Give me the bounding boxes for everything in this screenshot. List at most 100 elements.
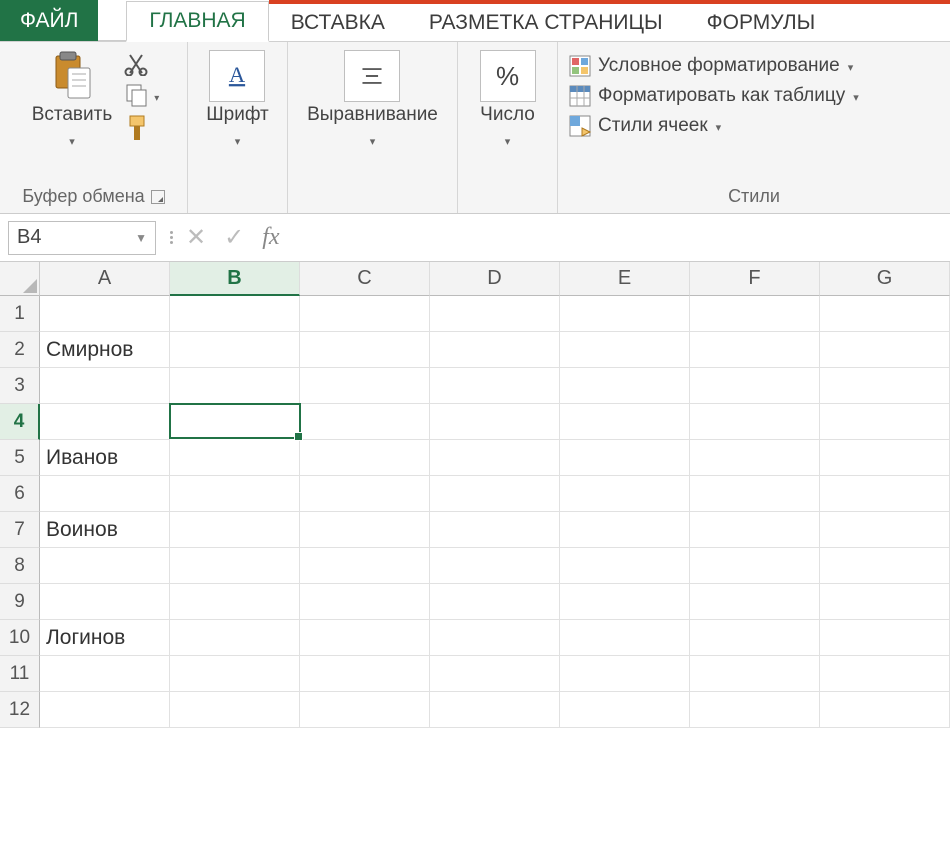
format-painter-button[interactable] — [124, 114, 159, 142]
enter-formula-icon[interactable]: ✓ — [224, 223, 244, 252]
cell[interactable] — [300, 656, 430, 692]
name-box-dropdown-icon[interactable]: ▼ — [135, 231, 147, 245]
cell[interactable] — [300, 692, 430, 728]
tab-home[interactable]: ГЛАВНАЯ — [126, 1, 268, 42]
cell[interactable] — [170, 584, 300, 620]
cell[interactable] — [560, 332, 690, 368]
row-header[interactable]: 1 — [0, 296, 40, 332]
row-header[interactable]: 10 — [0, 620, 40, 656]
cell[interactable] — [560, 476, 690, 512]
cell[interactable] — [300, 512, 430, 548]
cell[interactable] — [430, 440, 560, 476]
conditional-formatting-button[interactable]: Условное форматирование — [568, 54, 859, 78]
cell[interactable] — [170, 476, 300, 512]
tab-formulas[interactable]: ФОРМУЛЫ — [685, 0, 838, 41]
cell[interactable] — [690, 332, 820, 368]
paste-button[interactable]: Вставить — [28, 48, 117, 153]
cell[interactable] — [430, 656, 560, 692]
cell[interactable] — [560, 440, 690, 476]
cell[interactable] — [690, 512, 820, 548]
cell[interactable] — [170, 440, 300, 476]
cell[interactable] — [820, 368, 950, 404]
cell-styles-button[interactable]: Стили ячеек — [568, 114, 859, 138]
cell[interactable] — [820, 512, 950, 548]
cell[interactable] — [40, 656, 170, 692]
row-header[interactable]: 7 — [0, 512, 40, 548]
cell[interactable] — [430, 404, 560, 440]
cell[interactable]: Воинов — [40, 512, 170, 548]
cell[interactable] — [40, 476, 170, 512]
row-header[interactable]: 9 — [0, 584, 40, 620]
cell[interactable] — [170, 296, 300, 332]
cancel-formula-icon[interactable]: ✕ — [186, 223, 206, 252]
cell[interactable] — [690, 440, 820, 476]
cell[interactable] — [560, 404, 690, 440]
cell[interactable] — [430, 692, 560, 728]
cell[interactable] — [690, 296, 820, 332]
cell[interactable] — [430, 512, 560, 548]
cell[interactable] — [560, 656, 690, 692]
cell[interactable] — [300, 368, 430, 404]
tab-page-layout[interactable]: РАЗМЕТКА СТРАНИЦЫ — [407, 0, 685, 41]
cell[interactable] — [560, 368, 690, 404]
cell[interactable] — [170, 368, 300, 404]
cell[interactable] — [170, 692, 300, 728]
cell[interactable] — [40, 404, 170, 440]
cell[interactable] — [820, 476, 950, 512]
row-header[interactable]: 6 — [0, 476, 40, 512]
cell[interactable] — [690, 476, 820, 512]
insert-function-icon[interactable]: fx — [262, 224, 279, 251]
column-header[interactable]: A — [40, 262, 170, 296]
font-button[interactable]: A Шрифт — [202, 48, 273, 153]
copy-button[interactable] — [124, 82, 159, 108]
row-header[interactable]: 8 — [0, 548, 40, 584]
cell[interactable] — [820, 404, 950, 440]
cell[interactable] — [300, 548, 430, 584]
cell[interactable]: Иванов — [40, 440, 170, 476]
alignment-button[interactable]: Выравнивание — [303, 48, 442, 153]
column-header[interactable]: D — [430, 262, 560, 296]
cell[interactable] — [40, 296, 170, 332]
cell[interactable] — [560, 512, 690, 548]
number-button[interactable]: % Число — [476, 48, 540, 153]
cell[interactable]: Смирнов — [40, 332, 170, 368]
row-header[interactable]: 5 — [0, 440, 40, 476]
cell[interactable] — [430, 368, 560, 404]
cell[interactable] — [560, 692, 690, 728]
cell[interactable] — [300, 620, 430, 656]
cell[interactable] — [690, 584, 820, 620]
clipboard-dialog-launcher-icon[interactable] — [151, 190, 165, 204]
format-as-table-button[interactable]: Форматировать как таблицу — [568, 84, 859, 108]
name-box[interactable]: B4 ▼ — [8, 221, 156, 255]
cell[interactable] — [820, 332, 950, 368]
column-header[interactable]: G — [820, 262, 950, 296]
cell[interactable] — [300, 296, 430, 332]
cell[interactable] — [169, 403, 301, 439]
cell[interactable] — [300, 440, 430, 476]
row-header[interactable]: 12 — [0, 692, 40, 728]
cell[interactable] — [690, 692, 820, 728]
cell[interactable] — [430, 548, 560, 584]
column-header[interactable]: E — [560, 262, 690, 296]
cell[interactable] — [560, 620, 690, 656]
cut-button[interactable] — [124, 52, 159, 76]
cell[interactable] — [560, 548, 690, 584]
tab-insert[interactable]: ВСТАВКА — [269, 0, 407, 41]
cell[interactable] — [690, 548, 820, 584]
cell[interactable] — [170, 656, 300, 692]
cell[interactable] — [820, 440, 950, 476]
cell[interactable] — [430, 476, 560, 512]
cell[interactable] — [690, 656, 820, 692]
row-header[interactable]: 2 — [0, 332, 40, 368]
cell[interactable]: Логинов — [40, 620, 170, 656]
tab-file[interactable]: ФАЙЛ — [0, 0, 98, 41]
cell[interactable] — [300, 332, 430, 368]
cell[interactable] — [300, 476, 430, 512]
cell[interactable] — [170, 332, 300, 368]
cell[interactable] — [300, 404, 430, 440]
cell[interactable] — [430, 332, 560, 368]
cell[interactable] — [690, 620, 820, 656]
cell[interactable] — [170, 548, 300, 584]
column-header[interactable]: F — [690, 262, 820, 296]
cell[interactable] — [820, 620, 950, 656]
